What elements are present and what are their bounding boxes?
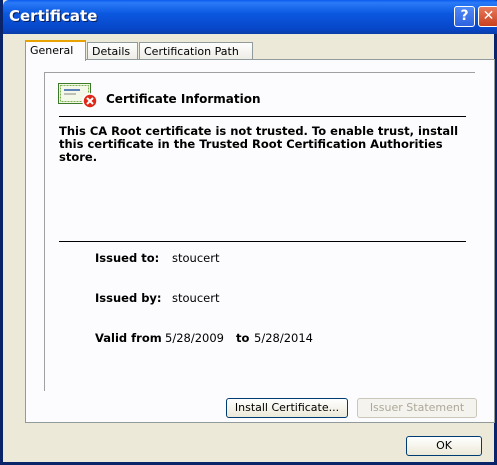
issuer-statement-button[interactable]: Issuer Statement [357,398,477,418]
tab-details[interactable]: Details [87,42,138,60]
valid-from-label: Valid from [95,331,162,345]
issued-by-value: stoucert [172,291,220,305]
help-button[interactable]: ? [454,6,475,27]
tab-general[interactable]: General [25,40,86,61]
issued-by-label: Issued by: [95,291,162,305]
divider [59,241,466,242]
title-bar[interactable]: Certificate ? ✕ [3,0,497,34]
certificate-info-title: Certificate Information [106,92,261,106]
issued-to-value: stoucert [172,251,220,265]
certificate-dialog: Certificate ? ✕ General Details Certific… [0,0,497,465]
trust-warning-text: This CA Root certificate is not trusted.… [59,124,459,164]
ok-button[interactable]: OK [406,436,482,456]
issued-to-label: Issued to: [95,251,160,265]
valid-to-value: 5/28/2014 [254,331,313,345]
close-button[interactable]: ✕ [478,6,497,27]
divider [59,116,466,117]
valid-from-value: 5/28/2009 [165,331,224,345]
untrusted-certificate-icon [58,83,98,109]
valid-to-label: to [236,331,250,345]
install-certificate-button[interactable]: Install Certificate... [226,398,348,418]
window-title: Certificate [9,7,98,25]
tab-certification-path[interactable]: Certification Path [139,42,253,60]
